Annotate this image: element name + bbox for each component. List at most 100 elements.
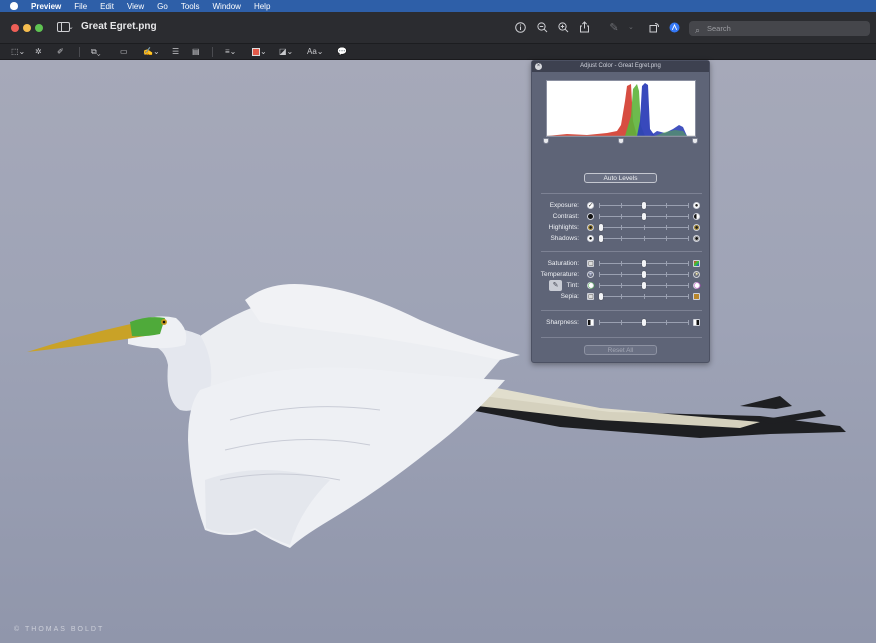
black-point-handle[interactable] [543,138,549,144]
menu-view[interactable]: View [127,2,144,11]
saturation-slider-knob[interactable] [641,260,646,267]
sepia-label: Sepia: [560,293,579,300]
saturation-slider[interactable] [599,260,689,267]
temperature-slider-knob[interactable] [641,271,646,278]
shapes-icon[interactable]: ⧉⌄ [91,47,101,57]
adjust-color-icon[interactable]: ☰ [172,47,179,57]
egret-photo [27,284,846,548]
rect-selection-icon[interactable]: ⬚⌄ [11,47,25,57]
exposure-slider-knob[interactable] [641,202,646,209]
markup-toolbar: ⬚⌄ ✲ ✐ ⧉⌄ ▭ ✍⌄ ☰ ▤ ≡⌄ ⌄ ◪⌄ Aa⌄ 💬 [0,43,876,60]
slider-tick [599,214,600,219]
fill-color-icon[interactable]: ◪⌄ [279,47,293,57]
sharpness-slider[interactable] [599,319,689,326]
search-placeholder: Search [707,24,731,33]
slider-tick [599,320,600,325]
white-point-handle[interactable] [692,138,698,144]
slider-tick [643,236,645,241]
adjust-size-icon[interactable]: ▤ [192,47,200,57]
contrast-slider-knob[interactable] [641,213,646,220]
panel-divider [541,193,702,194]
sepia-row: Sepia: ▢ [532,292,709,302]
close-window-button[interactable] [11,24,19,32]
menu-file[interactable]: File [74,2,87,11]
auto-levels-button[interactable]: Auto Levels [584,173,657,183]
menu-help[interactable]: Help [254,2,270,11]
window-titlebar: ⌄ Great Egret.png ✎ ⌄ ⌕ Search [0,12,876,43]
menu-bar: Preview File Edit View Go Tools Window H… [0,0,876,12]
sharpness-high-icon [693,319,700,326]
highlights-slider[interactable] [599,224,689,231]
menu-tools[interactable]: Tools [181,2,200,11]
contrast-low-icon [587,213,594,220]
panel-close-icon[interactable]: × [535,63,542,70]
sign-icon[interactable]: ✍⌄ [143,47,160,57]
text-style-button[interactable]: Aa⌄ [307,47,324,57]
temperature-slider[interactable] [599,271,689,278]
apple-menu-icon[interactable] [10,2,18,10]
chevron-down-icon[interactable]: ⌄ [68,22,74,34]
slider-tick [665,236,667,241]
sepia-slider[interactable] [599,293,689,300]
sharpness-slider-knob[interactable] [641,319,646,326]
slider-tick [665,225,667,230]
slider-tick [621,320,623,325]
slider-tick [688,272,689,277]
zoom-window-button[interactable] [35,24,43,32]
shadows-slider-knob[interactable] [599,235,603,242]
shadows-slider[interactable] [599,235,689,242]
border-color-icon[interactable]: ⌄ [252,47,267,57]
temperature-warm-icon: ☀ [693,271,700,278]
slider-tick [599,272,600,277]
instant-alpha-icon[interactable]: ✲ [35,47,42,57]
highlights-slider-knob[interactable] [599,224,603,231]
tint-slider[interactable] [599,282,689,289]
exposure-slider[interactable] [599,202,689,209]
menu-window[interactable]: Window [213,2,241,11]
eyedropper-button[interactable]: ✎ [549,280,562,291]
zoom-in-icon[interactable] [558,22,569,36]
info-icon[interactable] [515,22,526,36]
slider-tick [599,283,600,288]
slider-tick [643,294,645,299]
markup-toolbar-icon[interactable] [669,22,680,36]
shadows-high-icon: ◉ [693,235,700,242]
reset-all-button[interactable]: Reset All [584,345,657,355]
tint-green-icon: ◯ [587,282,595,289]
chevron-down-icon[interactable]: ⌄ [628,22,634,34]
rotate-icon[interactable] [649,22,660,36]
menu-app-name[interactable]: Preview [31,2,61,11]
menu-edit[interactable]: Edit [100,2,114,11]
histogram[interactable] [546,80,696,137]
contrast-slider[interactable] [599,213,689,220]
annotate-icon[interactable]: 💬 [337,47,347,57]
slider-tick [621,225,623,230]
slider-tick [621,272,623,277]
zoom-out-icon[interactable] [537,22,548,36]
search-field[interactable]: ⌕ Search [689,21,870,36]
markup-pen-icon[interactable]: ✎ [608,22,620,34]
text-box-icon[interactable]: ▭ [120,47,128,57]
temperature-row: Temperature: ✳ ☀ [532,270,709,280]
slider-tick [688,261,689,266]
midtone-handle[interactable] [618,138,624,144]
minimize-window-button[interactable] [23,24,31,32]
contrast-row: Contrast: [532,212,709,222]
slider-tick [688,236,689,241]
photographer-watermark: © THOMAS BOLDT [14,626,104,633]
sepia-slider-knob[interactable] [599,293,603,300]
menu-go[interactable]: Go [157,2,168,11]
slider-tick [665,272,667,277]
contrast-label: Contrast: [552,213,579,220]
slider-tick [688,283,689,288]
shape-style-icon[interactable]: ≡⌄ [225,47,236,57]
slider-tick [621,261,623,266]
sepia-low-icon: ▢ [587,293,594,300]
sketch-icon[interactable]: ✐ [57,47,64,57]
share-icon[interactable] [579,21,590,36]
slider-tick [688,225,689,230]
shadows-row: Shadows: ● ◉ [532,234,709,244]
slider-tick [688,203,689,208]
slider-tick [643,225,645,230]
tint-slider-knob[interactable] [641,282,646,289]
